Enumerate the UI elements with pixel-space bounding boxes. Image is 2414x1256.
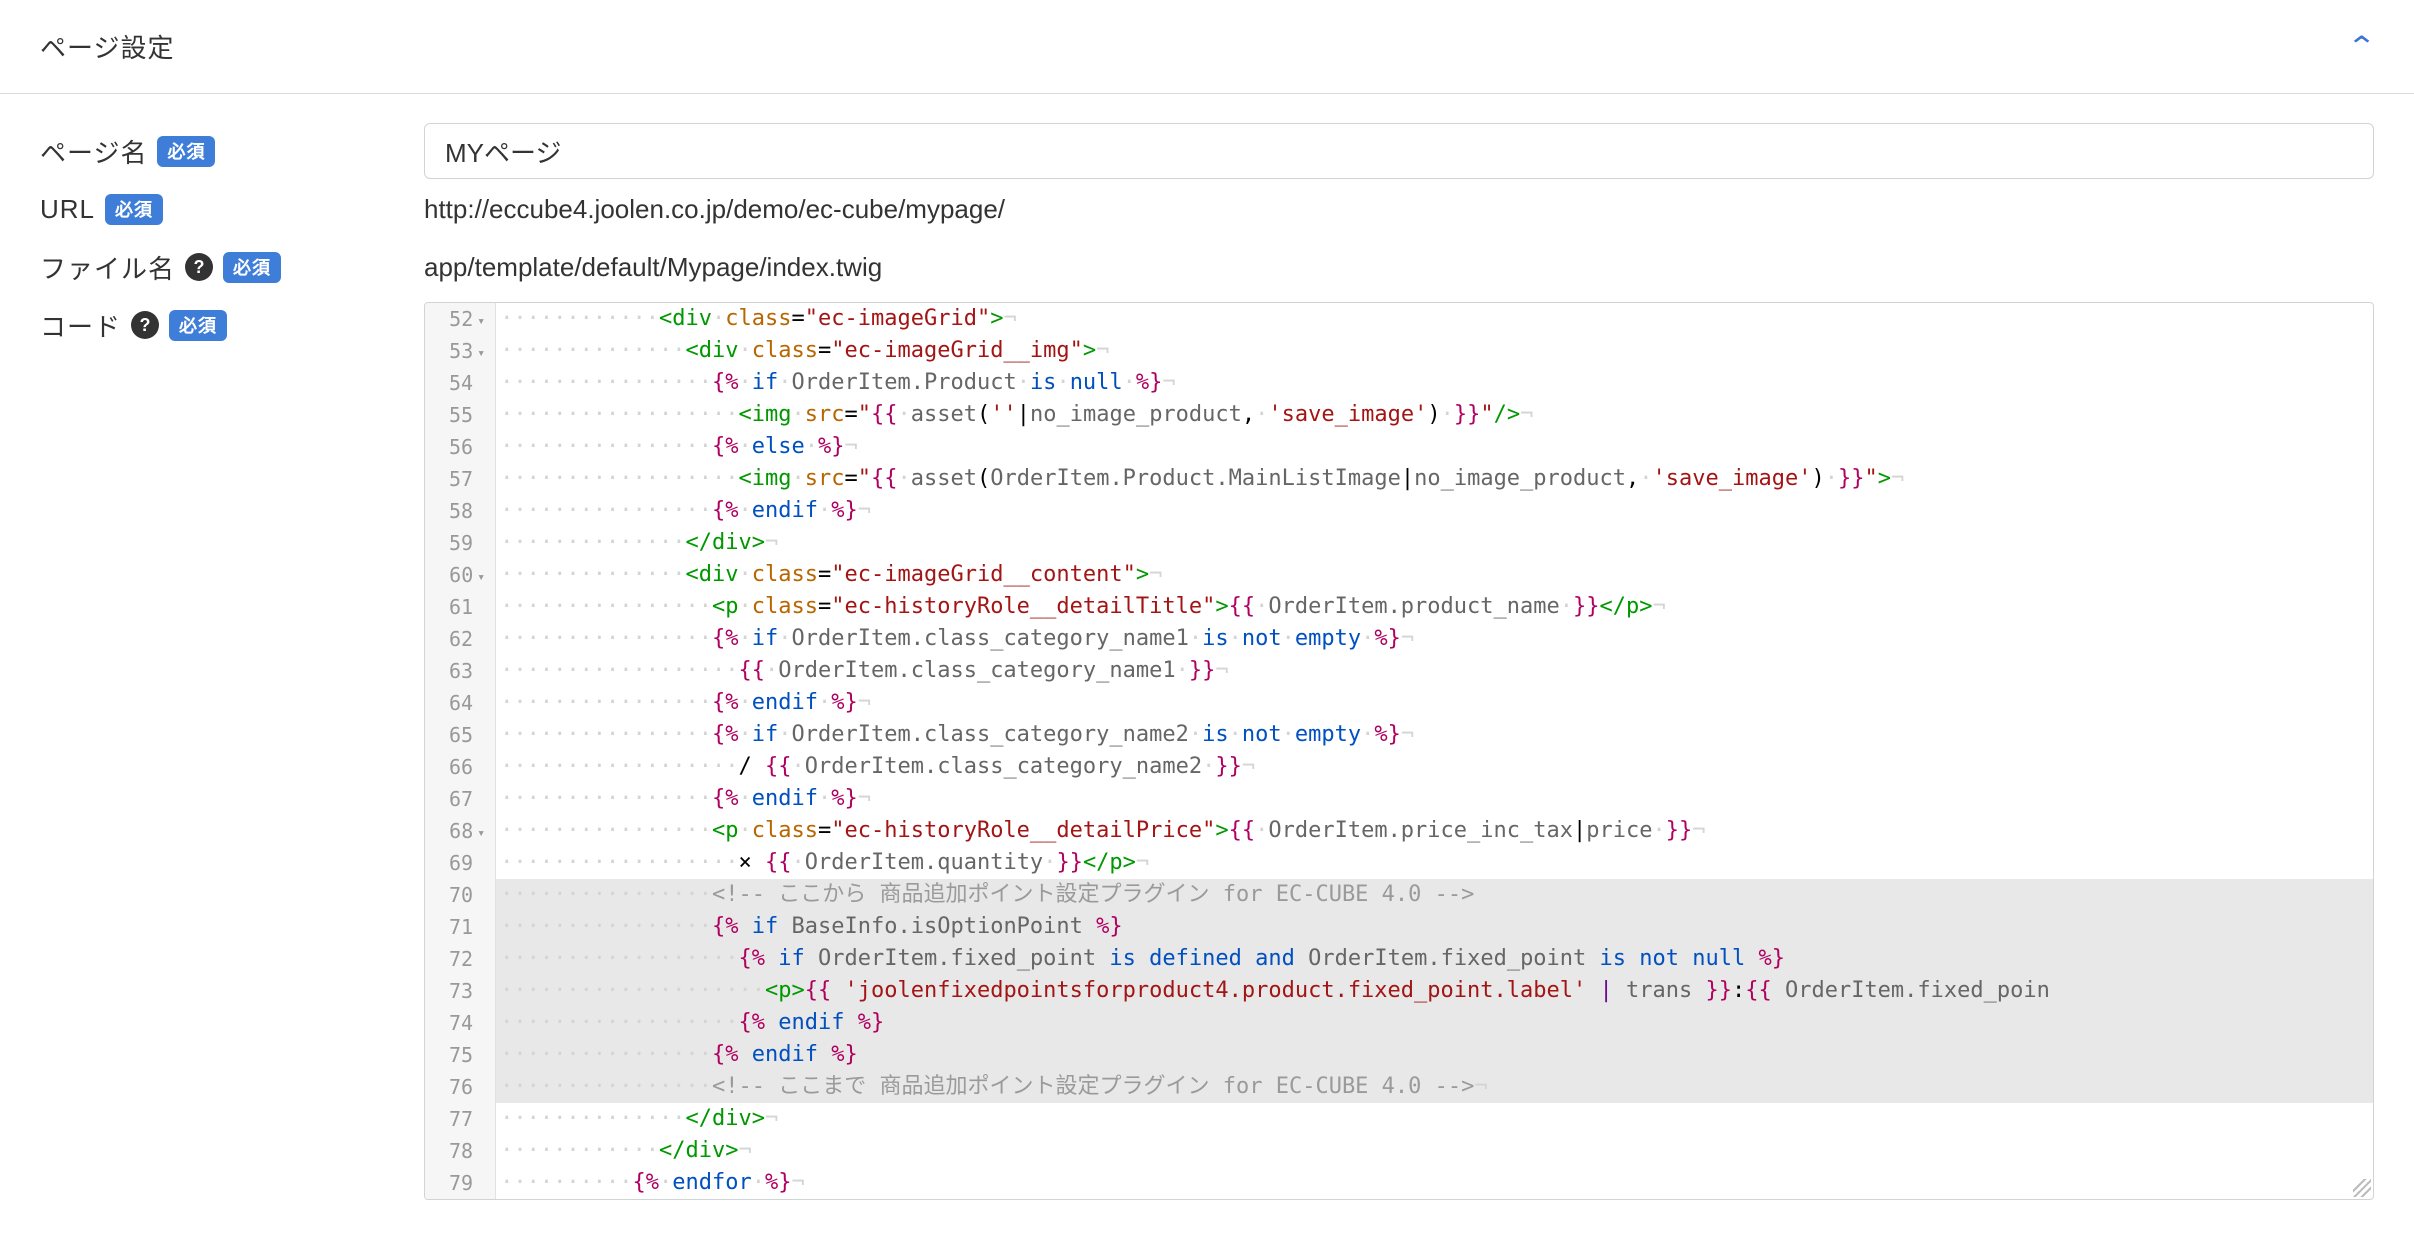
url-value: http://eccube4.joolen.co.jp/demo/ec-cube… bbox=[424, 194, 1005, 225]
line-number: 76 bbox=[425, 1071, 495, 1103]
code-line[interactable]: ················{%·endif·%}¬ bbox=[496, 783, 2373, 815]
code-line[interactable]: ················<p·class="ec-historyRole… bbox=[496, 815, 2373, 847]
line-number: 56 bbox=[425, 431, 495, 463]
code-line[interactable]: ··················<img·src="{{·asset(Ord… bbox=[496, 463, 2373, 495]
line-number: 68 bbox=[425, 815, 495, 847]
form-area: ページ名 必須 URL 必須 ファイル名 ? 必須 コード ? 必須 bbox=[0, 94, 2414, 1240]
code-editor[interactable]: 5253545556575859606162636465666768697071… bbox=[424, 302, 2374, 1200]
line-number: 70 bbox=[425, 879, 495, 911]
question-icon[interactable]: ? bbox=[131, 311, 159, 339]
required-badge: 必須 bbox=[105, 194, 163, 225]
line-number: 65 bbox=[425, 719, 495, 751]
line-number: 72 bbox=[425, 943, 495, 975]
code-gutter: 5253545556575859606162636465666768697071… bbox=[425, 303, 496, 1199]
code-line[interactable]: ············</div>¬ bbox=[496, 1135, 2373, 1167]
line-number: 73 bbox=[425, 975, 495, 1007]
code-line[interactable]: ··················{% if OrderItem.fixed_… bbox=[496, 943, 2373, 975]
line-number: 64 bbox=[425, 687, 495, 719]
code-line[interactable]: ················{%·endif·%}¬ bbox=[496, 495, 2373, 527]
label-file-name: ファイル名 bbox=[40, 249, 175, 286]
code-line[interactable]: ················<!-- ここから 商品追加ポイント設定プラグイ… bbox=[496, 879, 2373, 911]
line-number: 59 bbox=[425, 527, 495, 559]
code-line[interactable]: ··················/ {{·OrderItem.class_c… bbox=[496, 751, 2373, 783]
code-body[interactable]: ············<div·class="ec-imageGrid">¬·… bbox=[496, 303, 2373, 1199]
panel-header[interactable]: ページ設定 ⌃ bbox=[0, 0, 2414, 94]
file-name-value: app/template/default/Mypage/index.twig bbox=[424, 252, 882, 283]
required-badge: 必須 bbox=[169, 310, 227, 341]
page-name-input[interactable] bbox=[424, 123, 2374, 179]
labels-column: ページ名 必須 URL 必須 ファイル名 ? 必須 コード ? 必須 bbox=[40, 122, 400, 1200]
label-row-file-name: ファイル名 ? 必須 bbox=[40, 238, 400, 296]
line-number: 63 bbox=[425, 655, 495, 687]
line-number: 62 bbox=[425, 623, 495, 655]
code-line[interactable]: ··············</div>¬ bbox=[496, 527, 2373, 559]
label-row-url: URL 必須 bbox=[40, 180, 400, 238]
line-number: 78 bbox=[425, 1135, 495, 1167]
line-number: 53 bbox=[425, 335, 495, 367]
values-column: http://eccube4.joolen.co.jp/demo/ec-cube… bbox=[424, 122, 2374, 1200]
line-number: 66 bbox=[425, 751, 495, 783]
code-line[interactable]: ················{%·if·OrderItem.Product·… bbox=[496, 367, 2373, 399]
required-badge: 必須 bbox=[223, 252, 281, 283]
code-line[interactable]: ··················{% endif %} bbox=[496, 1007, 2373, 1039]
line-number: 69 bbox=[425, 847, 495, 879]
label-row-page-name: ページ名 必須 bbox=[40, 122, 400, 180]
code-line[interactable]: ····················<p>{{ 'joolenfixedpo… bbox=[496, 975, 2373, 1007]
value-row-page-name bbox=[424, 122, 2374, 180]
question-icon[interactable]: ? bbox=[185, 253, 213, 281]
label-row-code: コード ? 必須 bbox=[40, 296, 400, 354]
code-line[interactable]: ··················<img·src="{{·asset(''|… bbox=[496, 399, 2373, 431]
line-number: 61 bbox=[425, 591, 495, 623]
line-number: 58 bbox=[425, 495, 495, 527]
line-number: 57 bbox=[425, 463, 495, 495]
code-line[interactable]: ············<div·class="ec-imageGrid">¬ bbox=[496, 303, 2373, 335]
label-page-name: ページ名 bbox=[40, 133, 147, 170]
chevron-up-icon[interactable]: ⌃ bbox=[2346, 30, 2378, 63]
value-row-file-name: app/template/default/Mypage/index.twig bbox=[424, 238, 2374, 296]
line-number: 60 bbox=[425, 559, 495, 591]
code-line[interactable]: ················<!-- ここまで 商品追加ポイント設定プラグイ… bbox=[496, 1071, 2373, 1103]
required-badge: 必須 bbox=[157, 136, 215, 167]
code-line[interactable]: ················{% if BaseInfo.isOptionP… bbox=[496, 911, 2373, 943]
line-number: 71 bbox=[425, 911, 495, 943]
code-line[interactable]: ················{% endif %} bbox=[496, 1039, 2373, 1071]
line-number: 75 bbox=[425, 1039, 495, 1071]
line-number: 74 bbox=[425, 1007, 495, 1039]
code-line[interactable]: ··········{%·endfor·%}¬ bbox=[496, 1167, 2373, 1199]
code-line[interactable]: ··············<div·class="ec-imageGrid__… bbox=[496, 335, 2373, 367]
code-line[interactable]: ················{%·else·%}¬ bbox=[496, 431, 2373, 463]
line-number: 67 bbox=[425, 783, 495, 815]
code-line[interactable]: ··················× {{·OrderItem.quantit… bbox=[496, 847, 2373, 879]
code-line[interactable]: ················<p·class="ec-historyRole… bbox=[496, 591, 2373, 623]
code-line[interactable]: ················{%·if·OrderItem.class_ca… bbox=[496, 623, 2373, 655]
value-row-url: http://eccube4.joolen.co.jp/demo/ec-cube… bbox=[424, 180, 2374, 238]
code-line[interactable]: ··················{{·OrderItem.class_cat… bbox=[496, 655, 2373, 687]
code-line[interactable]: ················{%·endif·%}¬ bbox=[496, 687, 2373, 719]
line-number: 79 bbox=[425, 1167, 495, 1199]
code-line[interactable]: ··············<div·class="ec-imageGrid__… bbox=[496, 559, 2373, 591]
line-number: 54 bbox=[425, 367, 495, 399]
label-code: コード bbox=[40, 307, 121, 344]
label-url: URL bbox=[40, 194, 95, 225]
code-line[interactable]: ··············</div>¬ bbox=[496, 1103, 2373, 1135]
code-line[interactable]: ················{%·if·OrderItem.class_ca… bbox=[496, 719, 2373, 751]
panel-title: ページ設定 bbox=[40, 28, 174, 65]
line-number: 52 bbox=[425, 303, 495, 335]
line-number: 55 bbox=[425, 399, 495, 431]
line-number: 77 bbox=[425, 1103, 495, 1135]
